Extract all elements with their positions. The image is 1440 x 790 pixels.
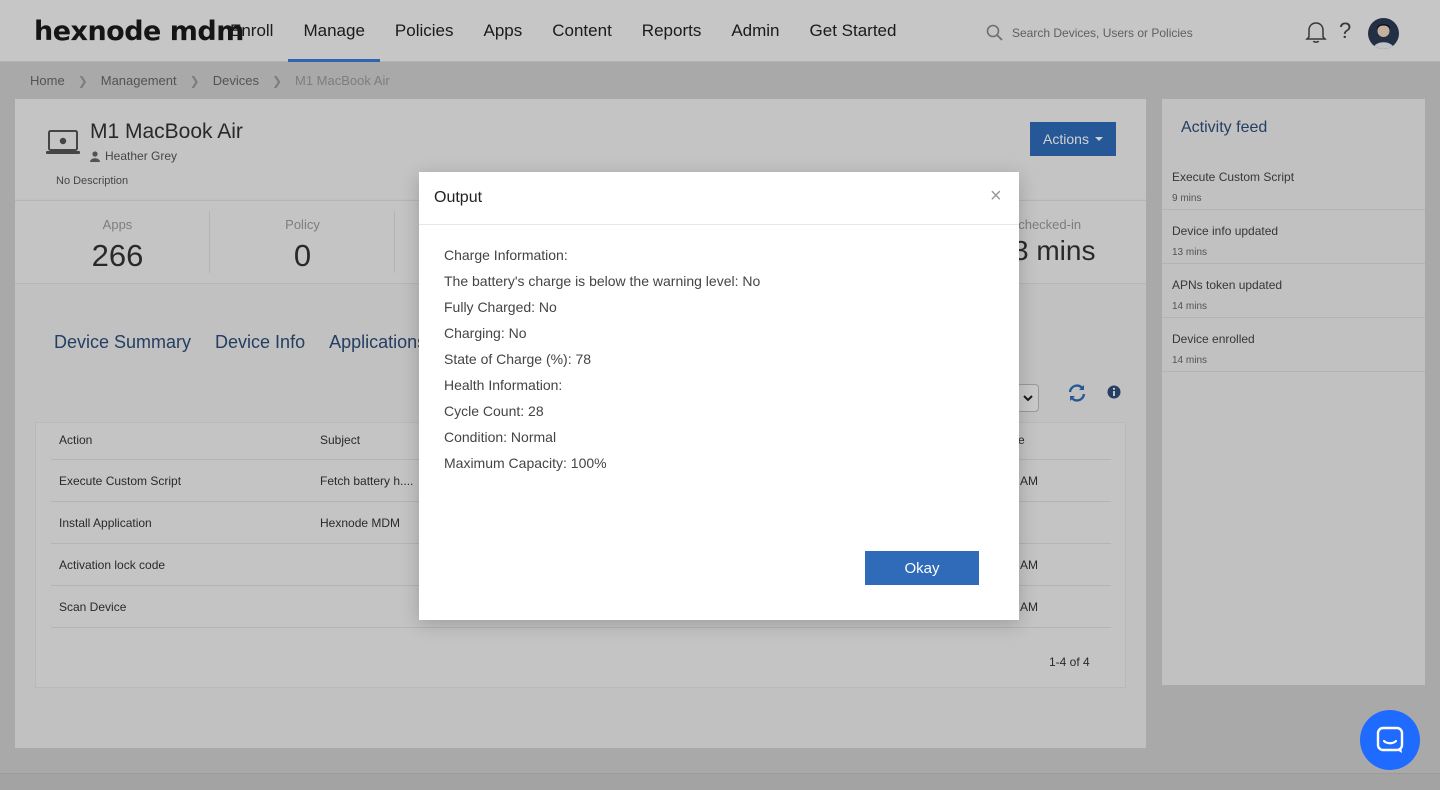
output-line: Condition: Normal [444, 429, 557, 445]
output-line: Charging: No [444, 325, 527, 341]
output-line: Maximum Capacity: 100% [444, 455, 607, 471]
dialog-title: Output [434, 189, 483, 206]
output-dialog: Output × Charge Information: The battery… [419, 172, 1019, 620]
okay-button[interactable]: Okay [865, 551, 979, 585]
chat-icon [1376, 726, 1404, 753]
output-line: State of Charge (%): 78 [444, 351, 592, 367]
output-line: Cycle Count: 28 [444, 403, 544, 419]
output-content[interactable]: Charge Information: The battery's charge… [444, 242, 994, 524]
chat-launcher-button[interactable] [1360, 710, 1420, 770]
output-line: Fully Charged: No [444, 299, 557, 315]
output-line: Charge Information: [444, 247, 568, 263]
output-line: The battery's charge is below the warnin… [444, 273, 761, 289]
output-line: Health Information: [444, 377, 563, 393]
close-icon[interactable]: × [990, 186, 1002, 206]
dialog-header: Output × [419, 172, 1019, 225]
